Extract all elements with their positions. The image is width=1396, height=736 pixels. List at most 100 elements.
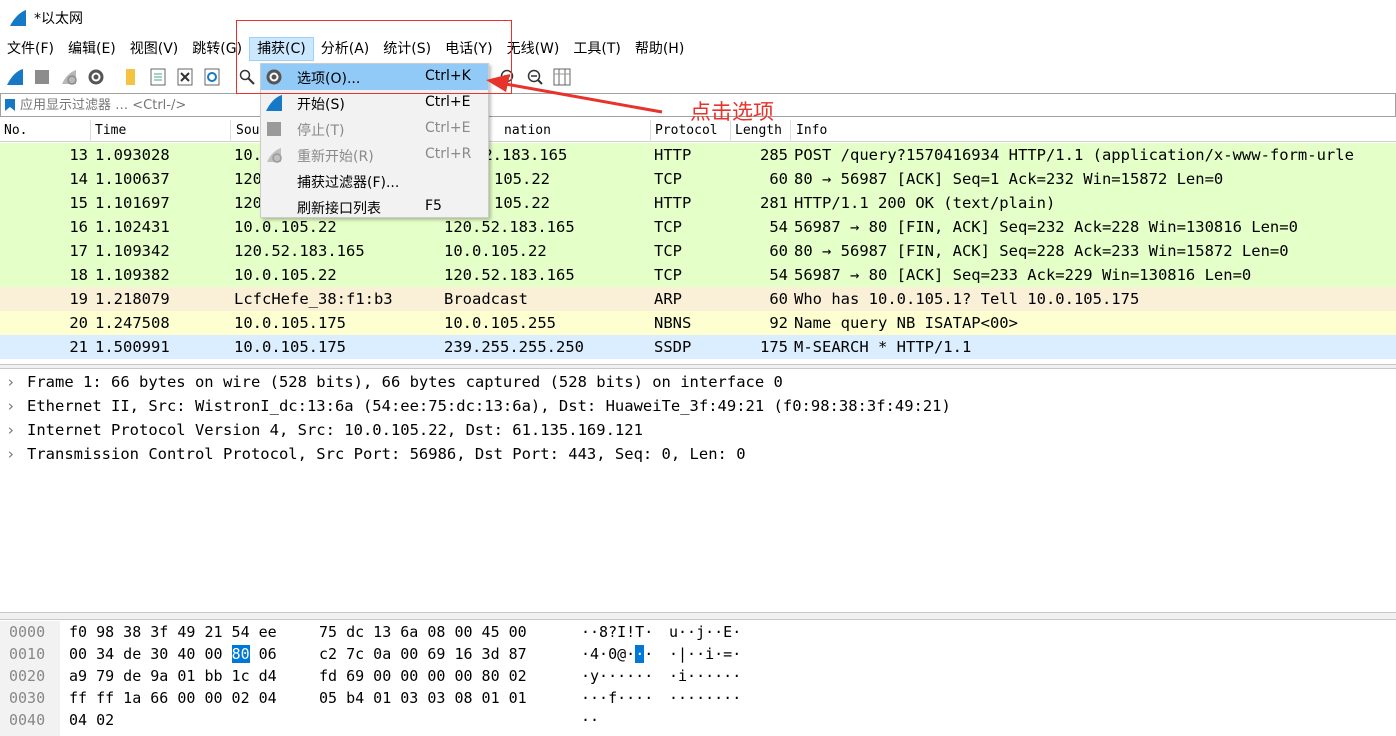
chevron-right-icon[interactable]: › <box>6 421 15 439</box>
hex-bytes: 04 02 <box>69 711 115 729</box>
capture-options-button[interactable] <box>84 65 108 89</box>
hex-bytes: ff ff 1a 66 00 00 02 04 <box>69 689 277 707</box>
packet-info: Who has 10.0.105.1? Tell 10.0.105.175 <box>794 290 1140 308</box>
packet-info: 80 → 56987 [FIN, ACK] Seq=228 Ack=233 Wi… <box>794 242 1289 260</box>
pane-splitter[interactable] <box>0 364 1396 369</box>
menu-item-shortcut: F5 <box>425 198 442 214</box>
packet-row[interactable]: 17 1.109342 120.52.183.165 10.0.105.22 T… <box>0 239 1396 263</box>
chevron-right-icon[interactable]: › <box>6 373 15 391</box>
pane-splitter[interactable] <box>0 612 1396 620</box>
main-toolbar <box>0 62 1396 92</box>
reload-file-button[interactable] <box>200 65 224 89</box>
selected-byte: 80 <box>231 645 250 663</box>
capture-menu-refresh-interfaces[interactable]: 刷新接口列表 F5 <box>261 194 488 220</box>
open-file-button[interactable] <box>119 65 143 89</box>
hex-ascii: ···f···· <box>581 689 654 707</box>
packet-length: 92 <box>769 314 788 332</box>
packet-row[interactable]: 14 1.100637 120 105.22 TCP 60 80 → 56987… <box>0 167 1396 191</box>
start-capture-button[interactable] <box>3 65 27 89</box>
menu-item-label: 捕获过滤器(F)... <box>297 175 400 191</box>
hex-ascii: u··j··E· <box>669 623 742 641</box>
column-time[interactable]: Time <box>95 123 126 138</box>
column-no[interactable]: No. <box>4 123 27 138</box>
menu-edit[interactable]: 编辑(E) <box>61 37 123 61</box>
hex-ascii: ·|··i·=· <box>669 645 742 663</box>
restart-icon <box>62 70 77 85</box>
column-info[interactable]: Info <box>796 123 827 138</box>
hex-bytes: c2 7c 0a 00 69 16 3d 87 <box>319 645 527 663</box>
hex-ascii: ·· <box>581 711 600 729</box>
hex-bytes: fd 69 00 00 00 00 80 02 <box>319 667 527 685</box>
reload-icon <box>204 68 220 86</box>
packet-row[interactable]: 20 1.247508 10.0.105.175 10.0.105.255 NB… <box>0 311 1396 335</box>
save-file-button[interactable] <box>146 65 170 89</box>
chevron-right-icon[interactable]: › <box>6 445 15 463</box>
file-icon <box>150 68 166 86</box>
hex-row[interactable]: 0030 ff ff 1a 66 00 00 02 04 05 b4 01 03… <box>0 687 1396 709</box>
stop-capture-button[interactable] <box>30 65 54 89</box>
hex-bytes: 05 b4 01 03 03 08 01 01 <box>319 689 527 707</box>
capture-menu-stop[interactable]: 停止(T) Ctrl+E <box>261 116 488 142</box>
hex-ascii: ·i······ <box>669 667 742 685</box>
hex-row[interactable]: 0010 00 34 de 30 40 00 80 06 c2 7c 0a 00… <box>0 643 1396 665</box>
hex-bytes: 75 dc 13 6a 08 00 45 00 <box>319 623 527 641</box>
menu-item-label: 刷新接口列表 <box>297 201 381 217</box>
hex-offset: 0040 <box>9 711 46 729</box>
packet-length: 54 <box>769 218 788 236</box>
restart-capture-button[interactable] <box>57 65 81 89</box>
packet-row[interactable]: 16 1.102431 10.0.105.22 120.52.183.165 T… <box>0 215 1396 239</box>
hex-offset: 0010 <box>9 645 46 663</box>
menu-item-label: 重新开始(R) <box>297 149 374 165</box>
menu-help[interactable]: 帮助(H) <box>628 37 691 61</box>
annotation-text: 点击选项 <box>690 100 774 124</box>
menu-item-label: 开始(S) <box>297 97 345 113</box>
detail-text: Internet Protocol Version 4, Src: 10.0.1… <box>27 421 643 439</box>
packet-length: 60 <box>769 290 788 308</box>
column-source[interactable]: Sou <box>236 123 259 138</box>
close-file-icon <box>177 68 193 86</box>
menu-bar: 文件(F) 编辑(E) 视图(V) 跳转(G) 捕获(C) 分析(A) 统计(S… <box>0 36 1396 62</box>
packet-row[interactable]: 21 1.500991 10.0.105.175 239.255.255.250… <box>0 335 1396 359</box>
hex-offset: 0030 <box>9 689 46 707</box>
packet-row[interactable]: 19 1.218079 LcfcHefe_38:f1:b3 Broadcast … <box>0 287 1396 311</box>
selected-ascii: · <box>635 645 645 663</box>
capture-menu-restart[interactable]: 重新开始(R) Ctrl+R <box>261 142 488 168</box>
annotation-arrow <box>486 74 663 114</box>
detail-text: Transmission Control Protocol, Src Port:… <box>27 445 746 463</box>
detail-tree-item[interactable]: › Internet Protocol Version 4, Src: 10.0… <box>0 418 1396 442</box>
packet-info: 56987 → 80 [ACK] Seq=233 Ack=229 Win=130… <box>794 266 1252 284</box>
packet-row[interactable]: 13 1.093028 10. 52.183.165 HTTP 285 POST… <box>0 143 1396 167</box>
detail-tree-item-selected[interactable]: › Transmission Control Protocol, Src Por… <box>0 442 1396 466</box>
detail-text: Frame 1: 66 bytes on wire (528 bits), 66… <box>27 373 783 391</box>
capture-menu-capture-filters[interactable]: 捕获过滤器(F)... <box>261 168 488 194</box>
packet-info: Name query NB ISATAP<00> <box>794 314 1018 332</box>
shark-fin-icon <box>266 95 282 111</box>
hex-row[interactable]: 0000 f0 98 38 3f 49 21 54 ee 75 dc 13 6a… <box>0 621 1396 643</box>
bookmark-icon[interactable] <box>4 98 16 112</box>
menu-view[interactable]: 视图(V) <box>123 37 186 61</box>
menu-item-shortcut: Ctrl+E <box>425 94 471 110</box>
packet-info: HTTP/1.1 200 OK (text/plain) <box>794 194 1056 212</box>
chevron-right-icon[interactable]: › <box>6 397 15 415</box>
menu-file[interactable]: 文件(F) <box>0 37 61 61</box>
menu-tools[interactable]: 工具(T) <box>566 37 627 61</box>
hex-bytes: 00 34 de 30 40 00 80 06 <box>69 645 277 663</box>
packet-info: POST /query?1570416934 HTTP/1.1 (applica… <box>794 146 1354 164</box>
hex-ascii: ·y······ <box>581 667 654 685</box>
hex-row[interactable]: 0040 04 02 ·· <box>0 709 1396 731</box>
hex-dump-pane: 0000 f0 98 38 3f 49 21 54 ee 75 dc 13 6a… <box>0 621 1396 736</box>
close-file-button[interactable] <box>173 65 197 89</box>
detail-tree-item[interactable]: › Frame 1: 66 bytes on wire (528 bits), … <box>0 370 1396 394</box>
packet-row[interactable]: 15 1.101697 120 105.22 HTTP 281 HTTP/1.1… <box>0 191 1396 215</box>
stop-icon <box>35 70 49 84</box>
hex-bytes: f0 98 38 3f 49 21 54 ee <box>69 623 277 641</box>
hex-row[interactable]: 0020 a9 79 de 9a 01 bb 1c d4 fd 69 00 00… <box>0 665 1396 687</box>
detail-tree-item[interactable]: › Ethernet II, Src: WistronI_dc:13:6a (5… <box>0 394 1396 418</box>
wireshark-logo-icon <box>10 10 26 26</box>
packet-length: 175 <box>760 338 788 356</box>
packet-row[interactable]: 18 1.109382 10.0.105.22 120.52.183.165 T… <box>0 263 1396 287</box>
gear-icon <box>88 69 104 85</box>
packet-info: M-SEARCH * HTTP/1.1 <box>794 338 972 356</box>
packet-info: 56987 → 80 [FIN, ACK] Seq=232 Ack=228 Wi… <box>794 218 1298 236</box>
menu-item-label: 停止(T) <box>297 123 345 139</box>
